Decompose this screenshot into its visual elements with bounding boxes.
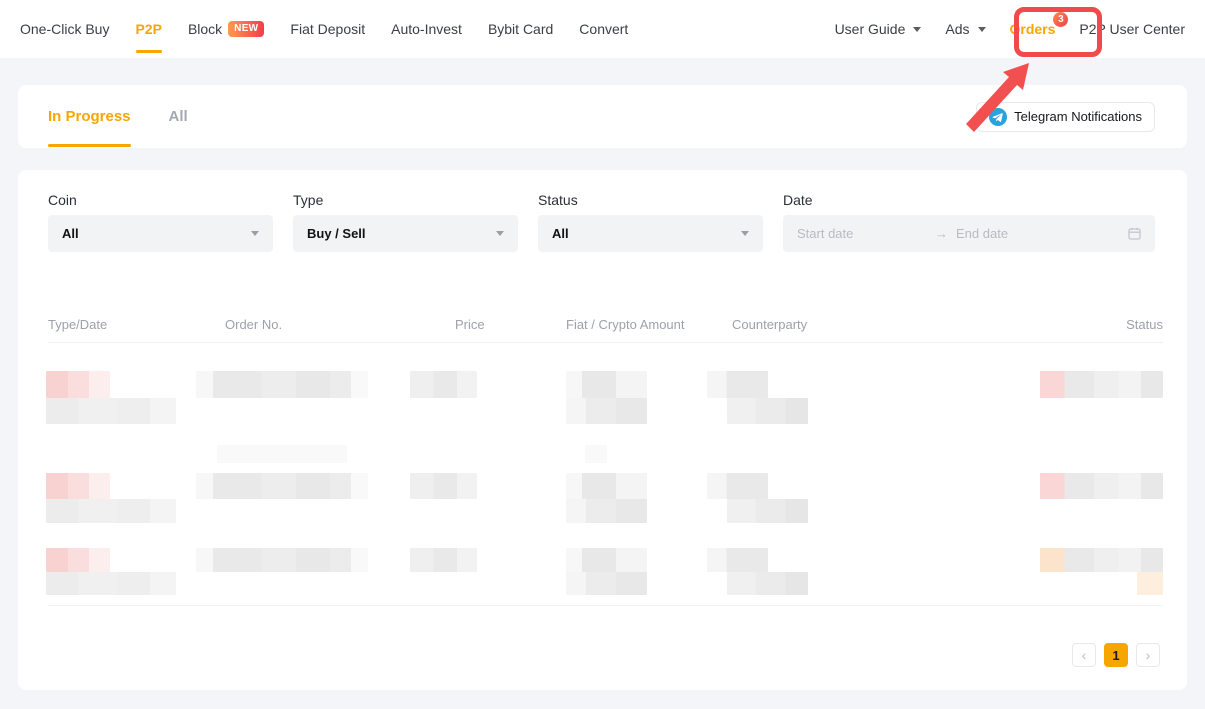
redacted-price-cell [410, 548, 477, 572]
redacted-crypto-cell [566, 398, 647, 424]
coin-filter-label: Coin [48, 192, 77, 208]
redacted-counterparty-cell [707, 548, 768, 572]
order-status-tabs: In Progress All [48, 85, 188, 148]
column-header-status: Status [1126, 317, 1163, 332]
redacted-status-cell [1137, 572, 1163, 595]
redacted-counterparty-cell [727, 398, 808, 424]
chevron-down-icon [496, 231, 504, 236]
user-guide-menu[interactable]: User Guide [835, 0, 922, 58]
status-filter-select[interactable]: All [538, 215, 763, 252]
range-arrow-icon: → [935, 226, 948, 241]
start-date-input[interactable] [797, 226, 927, 241]
redacted-fiat-cell [566, 371, 647, 398]
redacted-type-cell [46, 548, 110, 572]
redacted-price-cell [410, 371, 477, 398]
redacted-type-cell [46, 371, 110, 398]
orders-tabs-card: In Progress All Telegram Notifications [18, 85, 1187, 148]
redacted-order-no-cell [196, 548, 368, 572]
redacted-price-cell [410, 473, 477, 499]
active-tab-underline [136, 50, 162, 53]
status-filter-label: Status [538, 192, 578, 208]
pagination-next-button[interactable]: › [1136, 643, 1160, 667]
table-bottom-divider [48, 605, 1163, 606]
pagination-page-1[interactable]: 1 [1104, 643, 1128, 667]
redacted-status-cell [1040, 548, 1163, 572]
redacted-date-cell [46, 572, 176, 595]
column-header-counterparty: Counterparty [732, 317, 807, 332]
chevron-down-icon [741, 231, 749, 236]
nav-left-group: One-Click Buy P2P BlockNEW Fiat Deposit … [20, 0, 628, 58]
redacted-counterparty-cell [727, 499, 808, 523]
order-row-redacted[interactable] [18, 473, 1187, 523]
type-filter-select[interactable]: Buy / Sell [293, 215, 518, 252]
redacted-ghost-cell [217, 445, 347, 463]
nav-item-one-click-buy[interactable]: One-Click Buy [20, 0, 109, 58]
column-header-order-no: Order No. [225, 317, 282, 332]
ads-menu[interactable]: Ads [945, 0, 985, 58]
orders-link[interactable]: Orders3 [1010, 0, 1056, 58]
redacted-status-cell [1040, 473, 1163, 499]
tab-all[interactable]: All [169, 85, 188, 148]
telegram-notifications-button[interactable]: Telegram Notifications [976, 102, 1155, 132]
pagination-prev-button[interactable]: ‹ [1072, 643, 1096, 667]
type-filter-label: Type [293, 192, 323, 208]
redacted-counterparty-cell [707, 473, 768, 499]
redacted-fiat-cell [566, 473, 647, 499]
nav-item-block[interactable]: BlockNEW [188, 0, 264, 58]
redacted-order-no-cell [196, 371, 368, 398]
order-row-redacted[interactable] [18, 548, 1187, 595]
pagination: ‹ 1 › [1072, 643, 1160, 667]
nav-item-fiat-deposit[interactable]: Fiat Deposit [290, 0, 365, 58]
redacted-order-no-cell [196, 473, 368, 499]
column-header-type-date: Type/Date [48, 317, 107, 332]
telegram-icon [989, 108, 1007, 126]
p2p-user-center-link[interactable]: P2P User Center [1079, 0, 1185, 58]
chevron-down-icon [978, 27, 986, 32]
redacted-ghost-cell [585, 445, 607, 463]
nav-item-auto-invest[interactable]: Auto-Invest [391, 0, 462, 58]
chevron-down-icon [251, 231, 259, 236]
table-header-divider [48, 342, 1163, 343]
redacted-status-cell [1040, 371, 1163, 398]
nav-item-bybit-card[interactable]: Bybit Card [488, 0, 553, 58]
redacted-date-cell [46, 499, 176, 523]
redacted-type-cell [46, 473, 110, 499]
nav-right-group: User Guide Ads Orders3 P2P User Center [835, 0, 1185, 58]
calendar-icon [1128, 227, 1141, 240]
top-navigation: One-Click Buy P2P BlockNEW Fiat Deposit … [0, 0, 1205, 58]
orders-count-badge: 3 [1053, 12, 1068, 27]
end-date-input[interactable] [956, 226, 1086, 241]
nav-item-convert[interactable]: Convert [579, 0, 628, 58]
new-badge: NEW [228, 21, 264, 37]
column-header-price: Price [455, 317, 485, 332]
redacted-counterparty-cell [707, 371, 768, 398]
nav-item-p2p[interactable]: P2P [135, 0, 161, 58]
date-range-field[interactable]: → [783, 215, 1155, 252]
coin-filter-select[interactable]: All [48, 215, 273, 252]
tab-in-progress[interactable]: In Progress [48, 85, 131, 148]
redacted-fiat-cell [566, 548, 647, 572]
order-row-redacted[interactable] [18, 371, 1187, 424]
redacted-crypto-cell [566, 499, 647, 523]
column-header-fiat-crypto: Fiat / Crypto Amount [566, 317, 685, 332]
redacted-crypto-cell [566, 572, 647, 595]
tab-underline [48, 144, 131, 147]
orders-panel: Coin All Type Buy / Sell Status All Date… [18, 170, 1187, 690]
redacted-date-cell [46, 398, 176, 424]
chevron-down-icon [913, 27, 921, 32]
redacted-counterparty-cell [727, 572, 808, 595]
date-filter-label: Date [783, 192, 813, 208]
